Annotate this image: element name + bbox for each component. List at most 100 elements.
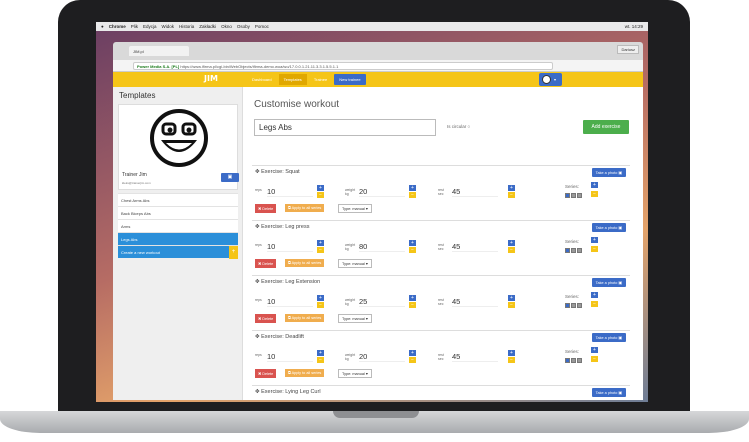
menubar-item-help[interactable]: Pomoc [255, 24, 269, 29]
take-photo-button[interactable]: Take a photo ▣ [591, 223, 626, 232]
menubar-item-file[interactable]: Plik [131, 24, 138, 29]
reps-increment-button[interactable]: + [317, 350, 324, 356]
nav-trainee[interactable]: Trainee [309, 74, 332, 85]
rest-decrement-button[interactable]: − [508, 192, 515, 198]
series-2[interactable] [571, 358, 576, 363]
apply-all-series-button[interactable]: ⧉ Apply to all series [285, 259, 325, 267]
weight-increment-button[interactable]: + [409, 185, 416, 191]
reps-increment-button[interactable]: + [317, 295, 324, 301]
rest-input[interactable]: 45 [452, 187, 498, 197]
rest-input[interactable]: 45 [452, 352, 498, 362]
exercise-title[interactable]: ✥ Exercise: Leg Extension [255, 279, 320, 285]
take-photo-button[interactable]: Take a photo ▣ [591, 168, 626, 177]
menubar-item-view[interactable]: Widok [162, 24, 175, 29]
rest-decrement-button[interactable]: − [508, 302, 515, 308]
rest-decrement-button[interactable]: − [508, 357, 515, 363]
series-remove-button[interactable]: − [591, 246, 598, 252]
series-remove-button[interactable]: − [591, 356, 598, 362]
circular-toggle[interactable]: Is circular ○ [447, 124, 470, 129]
user-menu-button[interactable]: ▾ [539, 73, 562, 86]
series-3[interactable] [577, 358, 582, 363]
apply-all-series-button[interactable]: ⧉ Apply to all series [285, 204, 325, 212]
weight-increment-button[interactable]: + [409, 240, 416, 246]
menubar-item-bookmarks[interactable]: Zakładki [199, 24, 216, 29]
menubar-item-edit[interactable]: Edycja [143, 24, 157, 29]
reps-decrement-button[interactable]: − [317, 302, 324, 308]
move-icon[interactable]: ✥ [255, 169, 260, 175]
take-photo-button[interactable]: Take a photo ▣ [591, 278, 626, 287]
menubar-clock[interactable]: wt. 14:29 [625, 24, 643, 29]
exercise-title[interactable]: ✥ Exercise: Leg press [255, 224, 309, 230]
rest-increment-button[interactable]: + [508, 185, 515, 191]
template-item-legs-abs[interactable]: Legs Abs [118, 232, 238, 245]
camera-button[interactable]: ▣ [221, 173, 239, 182]
reps-increment-button[interactable]: + [317, 240, 324, 246]
delete-exercise-button[interactable]: ✖ Delete [255, 369, 277, 378]
apple-icon[interactable]: ● [101, 24, 104, 29]
weight-increment-button[interactable]: + [409, 295, 416, 301]
nav-templates[interactable]: Templates [278, 74, 307, 85]
series-remove-button[interactable]: − [591, 191, 598, 197]
reps-input[interactable]: 10 [267, 297, 313, 307]
apply-all-series-button[interactable]: ⧉ Apply to all series [285, 314, 325, 322]
series-2[interactable] [571, 248, 576, 253]
rest-increment-button[interactable]: + [508, 350, 515, 356]
nav-dashboard[interactable]: Dashboard [247, 74, 277, 85]
menubar-item-history[interactable]: Historia [179, 24, 194, 29]
reps-input[interactable]: 10 [267, 187, 313, 197]
take-photo-button[interactable]: Take a photo ▣ [591, 333, 626, 342]
apply-all-series-button[interactable]: ⧉ Apply to all series [285, 369, 325, 377]
series-1[interactable] [565, 248, 570, 253]
new-trainee-button[interactable]: New trainee [334, 74, 366, 85]
rest-decrement-button[interactable]: − [508, 247, 515, 253]
rest-input[interactable]: 45 [452, 297, 498, 307]
circular-radio-icon[interactable]: ○ [468, 124, 471, 129]
reps-decrement-button[interactable]: − [317, 357, 324, 363]
type-dropdown[interactable]: Type: manual ▾ [338, 204, 372, 213]
weight-decrement-button[interactable]: − [409, 302, 416, 308]
series-add-button[interactable]: + [591, 347, 598, 353]
type-dropdown[interactable]: Type: manual ▾ [338, 259, 372, 268]
profile-chip[interactable]: Dariusz [617, 45, 639, 54]
exercise-title[interactable]: ✥ Exercise: Deadlift [255, 334, 304, 340]
series-add-button[interactable]: + [591, 182, 598, 188]
weight-decrement-button[interactable]: − [409, 357, 416, 363]
type-dropdown[interactable]: Type: manual ▾ [338, 369, 372, 378]
weight-input[interactable]: 80 [359, 242, 405, 252]
series-add-button[interactable]: + [591, 237, 598, 243]
rest-increment-button[interactable]: + [508, 295, 515, 301]
series-2[interactable] [571, 303, 576, 308]
plus-icon[interactable]: + [229, 246, 238, 259]
series-1[interactable] [565, 303, 570, 308]
menubar-app[interactable]: Chrome [109, 24, 126, 29]
rest-input[interactable]: 45 [452, 242, 498, 252]
series-add-button[interactable]: + [591, 292, 598, 298]
create-workout-item[interactable]: Create a new workout + [118, 245, 238, 259]
template-item-chest-arms-abs[interactable]: Chest Arms Abs [118, 193, 238, 206]
menubar-item-people[interactable]: Osoby [237, 24, 250, 29]
template-item-arms[interactable]: Arms [118, 219, 238, 232]
series-2[interactable] [571, 193, 576, 198]
exercise-title[interactable]: ✥ Exercise: Lying Leg Curl [255, 389, 321, 395]
move-icon[interactable]: ✥ [255, 224, 260, 230]
type-dropdown[interactable]: Type: manual ▾ [338, 314, 372, 323]
browser-tab[interactable]: JIM.pl [129, 46, 189, 56]
delete-exercise-button[interactable]: ✖ Delete [255, 259, 277, 268]
add-exercise-button[interactable]: Add exercise [583, 120, 629, 134]
delete-exercise-button[interactable]: ✖ Delete [255, 204, 277, 213]
weight-input[interactable]: 25 [359, 297, 405, 307]
take-photo-button[interactable]: Take a photo ▣ [591, 388, 626, 397]
series-remove-button[interactable]: − [591, 301, 598, 307]
menubar-item-window[interactable]: Okno [221, 24, 232, 29]
move-icon[interactable]: ✥ [255, 389, 260, 395]
series-1[interactable] [565, 193, 570, 198]
weight-increment-button[interactable]: + [409, 350, 416, 356]
series-3[interactable] [577, 193, 582, 198]
series-3[interactable] [577, 303, 582, 308]
exercise-title[interactable]: ✥ Exercise: Squat [255, 169, 300, 175]
series-3[interactable] [577, 248, 582, 253]
workout-name-input[interactable]: Legs Abs [254, 119, 436, 136]
template-item-back-biceps-abs[interactable]: Back Biceps Abs [118, 206, 238, 219]
app-logo[interactable]: JIM [204, 74, 218, 83]
weight-input[interactable]: 20 [359, 352, 405, 362]
